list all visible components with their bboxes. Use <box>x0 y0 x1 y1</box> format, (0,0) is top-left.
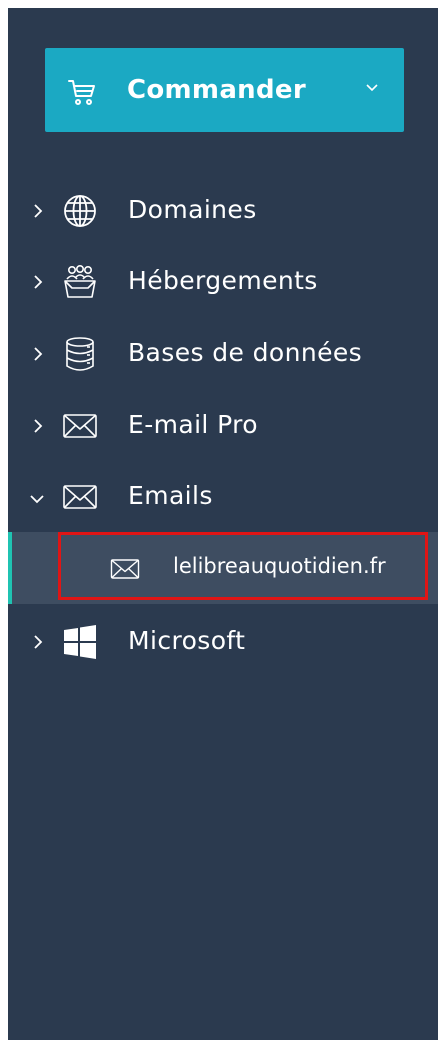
menu-item-microsoft[interactable]: Microsoft <box>8 611 438 671</box>
chevron-right-icon[interactable] <box>32 275 44 289</box>
globe-icon <box>62 193 98 229</box>
menu-item-email-pro[interactable]: E-mail Pro <box>8 395 438 455</box>
people-box-icon <box>62 264 98 300</box>
envelope-icon <box>62 408 98 444</box>
sub-item-label: lelibreauquotidien.fr <box>173 554 386 578</box>
menu-item-label: Emails <box>128 481 213 510</box>
menu-item-emails[interactable]: Emails <box>8 466 438 526</box>
cart-icon <box>68 78 96 106</box>
order-button[interactable]: Commander <box>45 48 404 132</box>
menu-item-bases-de-donnees[interactable]: Bases de données <box>8 323 438 383</box>
menu-item-hebergements[interactable]: Hébergements <box>8 251 438 311</box>
database-icon <box>62 336 98 372</box>
menu-item-label: Hébergements <box>128 266 318 295</box>
order-button-label: Commander <box>127 75 306 105</box>
menu-item-label: E-mail Pro <box>128 410 258 439</box>
chevron-right-icon[interactable] <box>32 635 44 649</box>
active-indicator <box>8 532 12 604</box>
chevron-right-icon[interactable] <box>32 204 44 218</box>
chevron-down-icon[interactable] <box>30 494 44 504</box>
menu-item-label: Bases de données <box>128 338 363 367</box>
menu-item-label: Microsoft <box>128 626 246 655</box>
envelope-icon <box>62 479 98 515</box>
sub-item-lelibreauquotidien[interactable]: lelibreauquotidien.fr <box>8 532 438 604</box>
windows-icon <box>62 624 98 660</box>
chevron-right-icon[interactable] <box>32 419 44 433</box>
menu-item-domaines[interactable]: Domaines <box>8 180 438 240</box>
chevron-right-icon[interactable] <box>32 347 44 361</box>
sidebar: Commander Domaines Hébergements Bases de… <box>8 8 438 1040</box>
envelope-icon <box>110 557 140 581</box>
chevron-down-icon[interactable] <box>366 83 378 93</box>
menu-item-label: Domaines <box>128 195 257 224</box>
